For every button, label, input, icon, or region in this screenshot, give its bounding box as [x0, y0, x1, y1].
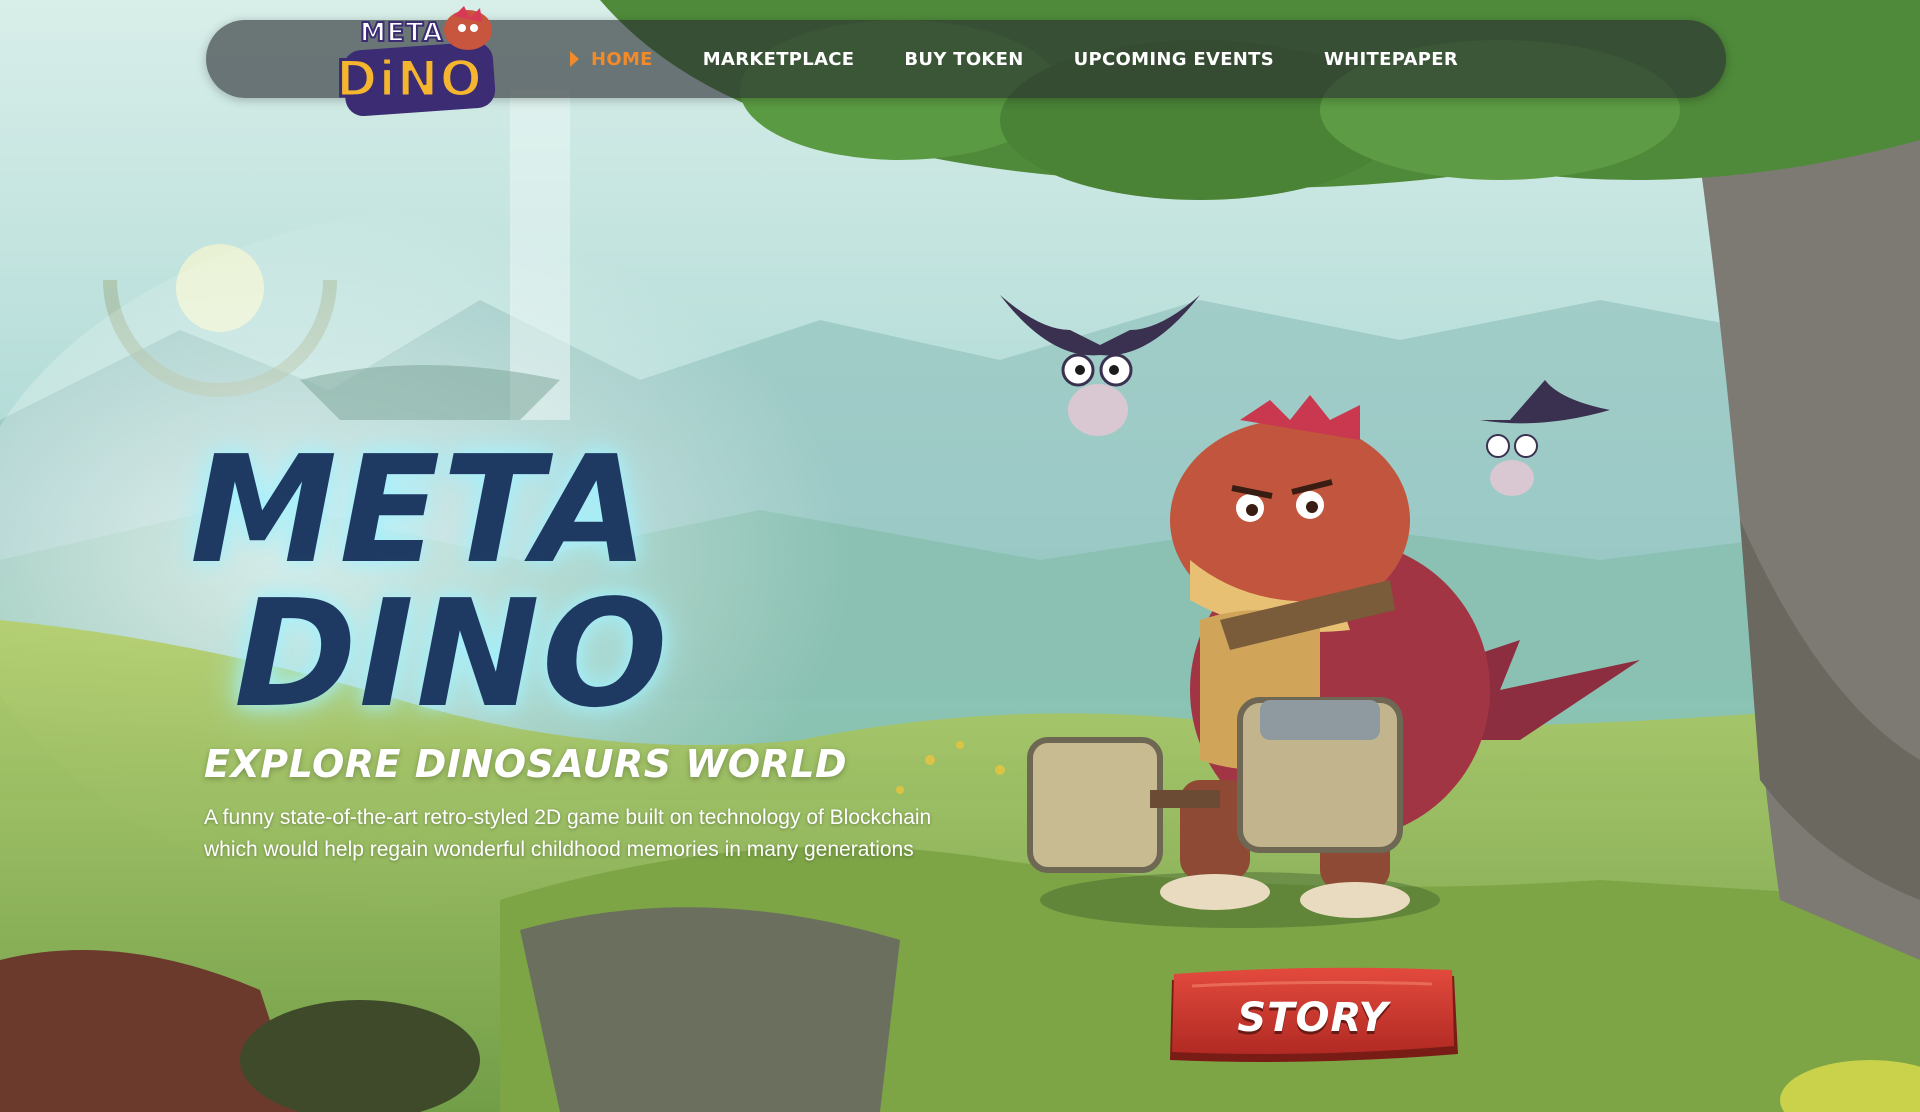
brand-logo[interactable]: META DiNO — [330, 6, 530, 126]
active-caret-icon — [570, 51, 579, 67]
hero-title: META DINO — [190, 424, 790, 740]
nav-marketplace-label: MARKETPLACE — [702, 48, 855, 70]
nav-whitepaper[interactable]: WHITEPAPER — [1324, 49, 1458, 70]
nav-upcoming-events[interactable]: UPCOMING EVENTS — [1074, 49, 1274, 70]
story-button[interactable]: STORY — [1162, 966, 1464, 1070]
hero-description-line2: which would help regain wonderful childh… — [204, 838, 914, 861]
hero-description-line1: A funny state-of-the-art retro-styled 2D… — [204, 806, 932, 829]
hero-description: A funny state-of-the-art retro-styled 2D… — [204, 802, 1024, 866]
nav-buy-token[interactable]: BUY TOKEN — [904, 49, 1023, 70]
nav-upcoming-events-label: UPCOMING EVENTS — [1073, 48, 1275, 70]
logo-text-bottom: DiNO — [335, 49, 484, 110]
nav-whitepaper-label: WHITEPAPER — [1324, 48, 1459, 70]
nav-marketplace[interactable]: MARKETPLACE — [703, 49, 855, 70]
hero-title-line1: META — [190, 424, 651, 596]
nav-home-label: HOME — [591, 48, 653, 70]
story-button-label: STORY — [1237, 995, 1389, 1041]
nav-buy-token-label: BUY TOKEN — [904, 48, 1024, 70]
logo-text-top: META — [359, 17, 444, 49]
hero-title-line2: DINO — [234, 568, 670, 740]
nav-home[interactable]: HOME — [570, 49, 653, 70]
hero-subtitle: EXPLORE DINOSAURS WORLD — [204, 742, 848, 786]
main-nav: HOME MARKETPLACE BUY TOKEN UPCOMING EVEN… — [570, 20, 1458, 98]
